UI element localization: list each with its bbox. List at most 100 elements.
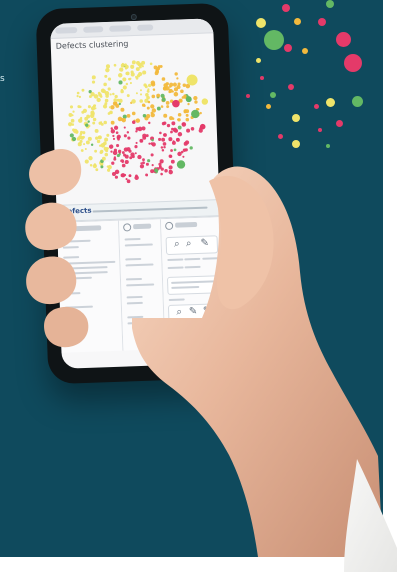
cluster-dot (91, 75, 96, 80)
decorative-dot (336, 120, 343, 127)
cluster-dot (139, 99, 143, 103)
cluster-dot (110, 129, 116, 134)
cluster-dot (90, 143, 94, 146)
cluster-dot (165, 101, 170, 105)
text-line (202, 257, 219, 260)
decorative-dot (256, 58, 261, 63)
cluster-dot (104, 161, 110, 166)
cluster-dot (199, 111, 202, 115)
text-line (63, 260, 116, 265)
cluster-dot (109, 144, 114, 149)
cluster-dot (91, 80, 96, 84)
text-line (63, 266, 108, 270)
cluster-dot (109, 93, 112, 96)
cluster-dot (146, 106, 150, 110)
text-line (124, 237, 141, 241)
cluster-dot (163, 145, 166, 149)
cluster-dot (112, 92, 115, 96)
decorative-dot (264, 30, 284, 50)
cluster-dot (160, 105, 164, 108)
cluster-dot (148, 121, 151, 125)
search-icon: ⌕ (185, 238, 192, 250)
decorative-dot (318, 18, 326, 26)
cluster-dot (113, 125, 119, 130)
cluster-dot (130, 64, 135, 69)
decorative-dot (294, 18, 301, 25)
decorative-dot (336, 32, 351, 47)
cluster-dot (78, 118, 83, 123)
cluster-dot (149, 62, 153, 66)
cluster-dot (147, 159, 151, 163)
cluster-dot (118, 102, 121, 106)
cluster-dot (173, 148, 177, 152)
cluster-dot (94, 149, 98, 153)
cluster-dot (159, 64, 163, 68)
cluster-dot (76, 94, 79, 98)
folder-icon (165, 221, 174, 231)
phone-screen: Defects clustering Defects ⌕ ⌕ ✎ ⌕ ✎ ✎ (50, 18, 225, 369)
decorative-dot (288, 84, 294, 90)
edit-icon: ✎ (200, 237, 210, 249)
text-line (127, 321, 156, 325)
decorative-dot (352, 96, 363, 107)
column-header-line (133, 223, 152, 230)
cluster-dot (182, 83, 187, 87)
cluster-dot (139, 164, 145, 169)
cluster-dot (158, 137, 162, 141)
cluster-dot (114, 175, 119, 179)
edit-icon: ✎ (188, 306, 198, 318)
cluster-dot (83, 143, 86, 146)
cluster-dot (127, 136, 131, 140)
cluster-dot (69, 133, 74, 138)
decorative-dot (292, 140, 300, 148)
cluster-dot (118, 80, 123, 85)
decorative-dot (270, 92, 276, 98)
cluster-dot (177, 112, 182, 117)
cluster-dot (96, 139, 101, 144)
cluster-dot (92, 121, 96, 125)
decorative-dot (256, 18, 266, 28)
cluster-dot (164, 169, 168, 173)
cluster-dot (162, 142, 167, 146)
cluster-dot (131, 60, 136, 65)
camera-icon (130, 13, 137, 21)
text-line (125, 257, 142, 261)
cluster-dot (69, 105, 74, 109)
cluster-dot (88, 156, 93, 161)
cluster-dot (172, 82, 177, 87)
decorative-dot (326, 98, 335, 107)
cluster-dot (194, 100, 198, 104)
cluster-dot (106, 133, 110, 137)
cluster-dot (104, 137, 109, 142)
scene-canvas: s Defects clustering Defects ⌕ ⌕ ✎ ⌕ ✎ ✎ (0, 0, 397, 572)
cluster-dot (159, 131, 162, 135)
cluster-dot (160, 172, 163, 176)
text-line (65, 332, 82, 335)
cluster-dot (103, 120, 107, 125)
details-column-right: ⌕ ⌕ ✎ ⌕ ✎ ✎ (160, 217, 225, 350)
cluster-dot (122, 77, 127, 82)
cluster-dot (124, 159, 129, 165)
cluster-dot (71, 125, 75, 129)
text-line (62, 246, 79, 249)
decorative-dot (302, 48, 308, 54)
cluster-dot (121, 163, 126, 168)
cluster-dot (107, 77, 112, 81)
cluster-dot (142, 70, 147, 75)
text-line (65, 326, 82, 329)
decorative-dot (326, 0, 334, 8)
cluster-dot (129, 82, 132, 85)
cluster-dot (176, 77, 179, 80)
decorative-dot (282, 4, 290, 12)
cluster-dot (105, 67, 110, 73)
text-line (127, 315, 144, 319)
decorative-dots (244, 0, 383, 160)
cluster-dot (176, 160, 186, 169)
cluster-dot (112, 137, 116, 141)
decorative-dot (314, 104, 319, 109)
cluster-dot (134, 152, 137, 155)
cluster-dot (151, 164, 154, 167)
cluster-dot (84, 159, 89, 164)
cluster-dot (173, 91, 179, 97)
partial-left-text: s (0, 74, 5, 84)
